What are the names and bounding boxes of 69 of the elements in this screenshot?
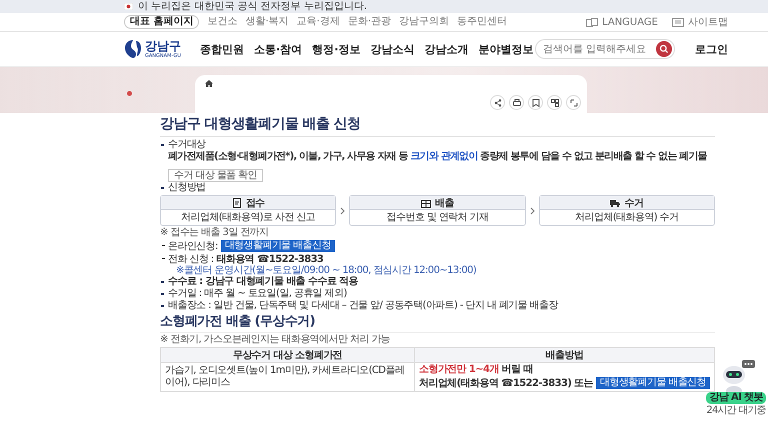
note-text: ※ 전화기, 가스오븐레인지는 태화용역에서만 처리 가능 [160,334,392,346]
apply-button[interactable]: 대형생활폐기물 배출신청 [596,377,710,389]
qr-code-button[interactable] [547,95,562,110]
site-link[interactable]: 강남구의회 [399,16,450,28]
chevron-icon [340,206,346,214]
phone-number: 태화용역 ☎1522-3833 [216,252,324,265]
document-icon [232,198,242,208]
column-header: 배출방법 [414,348,714,362]
condition-text: 소형가전만 1~4개 버릴 때 [419,364,534,376]
step-text: 처리업체(태화용역) 수거 [574,211,680,225]
site-link[interactable]: 교육·경제 [296,16,340,28]
expand-icon [568,98,578,108]
truck-icon [610,198,620,208]
bookmark-icon [530,98,540,108]
nav-item[interactable]: 행정·정보 [312,42,360,56]
notice-text: 이 누리집은 대한민국 공식 전자정부 누리집입니다. [138,0,368,12]
nav-item[interactable]: 강남소개 [424,42,468,56]
share-icon [492,98,502,108]
nav-item[interactable]: 소통·참여 [254,42,302,56]
apply-button[interactable]: 대형생활폐기물 배출신청 [220,240,335,252]
site-link[interactable]: 대표 홈페이지 [124,15,200,29]
items-button[interactable]: 수거 대상 물품 확인 [168,169,263,182]
section-label: 신청방법 [160,182,715,194]
step-title: 접수 [246,196,265,210]
chatbot-status: 24시간 대기중 [706,405,766,416]
home-icon [205,80,213,87]
phone-label: 전화 신청 : [168,252,214,266]
login-link[interactable]: 로그인 [695,42,728,56]
nav-item[interactable]: 종합민원 [200,42,244,56]
chevron-icon [530,206,535,214]
detail-text: 배출장소 : 일반 건물, 단독주택 및 다세대 – 건물 앞/ 공동주택(아파트) - 단지 내 폐기물 배출장 [160,300,715,312]
page-title: 강남구 대형생활폐기물 배출 신청 [160,116,715,137]
share-button[interactable] [490,95,505,110]
decoration-dot [127,91,132,96]
step-title: 배출 [435,196,454,210]
sitemap-icon [672,18,684,26]
column-header: 무상수거 대상 소형폐가전 [160,348,415,362]
chatbot-button[interactable]: 강남 AI 챗봇 [706,392,766,404]
note-text: ※ 접수는 배출 3일 전까지 [160,227,270,239]
nav-item[interactable]: 분야별정보 [478,42,534,56]
table-cell: 가습기, 오디오셋트(높이 1m미만), 카세트라디오(CD플레이어), 다리미스 [160,362,415,392]
contact-text: 처리업체(태화용역 ☎1522-3833) 또는 [419,377,594,390]
description-text: 폐가전제품(소형·대형폐가전*), 이불, 가구, 사무용 자재 등 크기와 관계없이 종량제 봉투에 담을 수 없고 분리배출 할 수 없는 폐기물 [167,151,708,163]
bookmark-button[interactable] [528,95,543,110]
detail-text: 수거일 : 매주 월 ~ 토요일(일, 공휴일 제외) [160,288,715,300]
utility-link[interactable]: 사이트맵 [688,15,728,29]
section-label: 수거대상 [160,139,715,151]
print-icon [512,98,522,108]
nav-item[interactable]: 강남소식 [370,42,414,56]
site-link[interactable]: 보건소 [207,16,238,28]
language-icon [586,18,598,26]
site-link[interactable]: 생활·복지 [245,16,289,28]
logo-name: 강남구 [145,40,181,52]
step-text: 처리업체(태화용역)로 사전 신고 [180,211,316,225]
site-link[interactable]: 동주민센터 [457,16,508,28]
detail-text: 수수료 : 강남구 대형폐기물 배출 수수료 적용 [160,276,715,288]
site-link[interactable]: 문화·관광 [348,16,392,28]
logo-icon [124,39,142,59]
expand-button[interactable] [566,95,581,110]
call-center-note: ※콜센터 운영시간(월~토요일/09:00 ~ 18:00, 점심시간 12:00~13:00) [175,265,478,276]
section-title: 소형폐가전 배출 (무상수거) [160,314,715,333]
box-icon [421,198,432,208]
utility-link[interactable]: LANGUAGE [602,16,658,28]
flag-icon [124,3,133,10]
step-text: 접수번호 및 연락처 기재 [386,211,490,225]
step-title: 수거 [624,196,644,210]
print-button[interactable] [509,95,524,110]
online-label: 온라인신청: [168,240,218,252]
qr-code-icon [550,98,560,108]
